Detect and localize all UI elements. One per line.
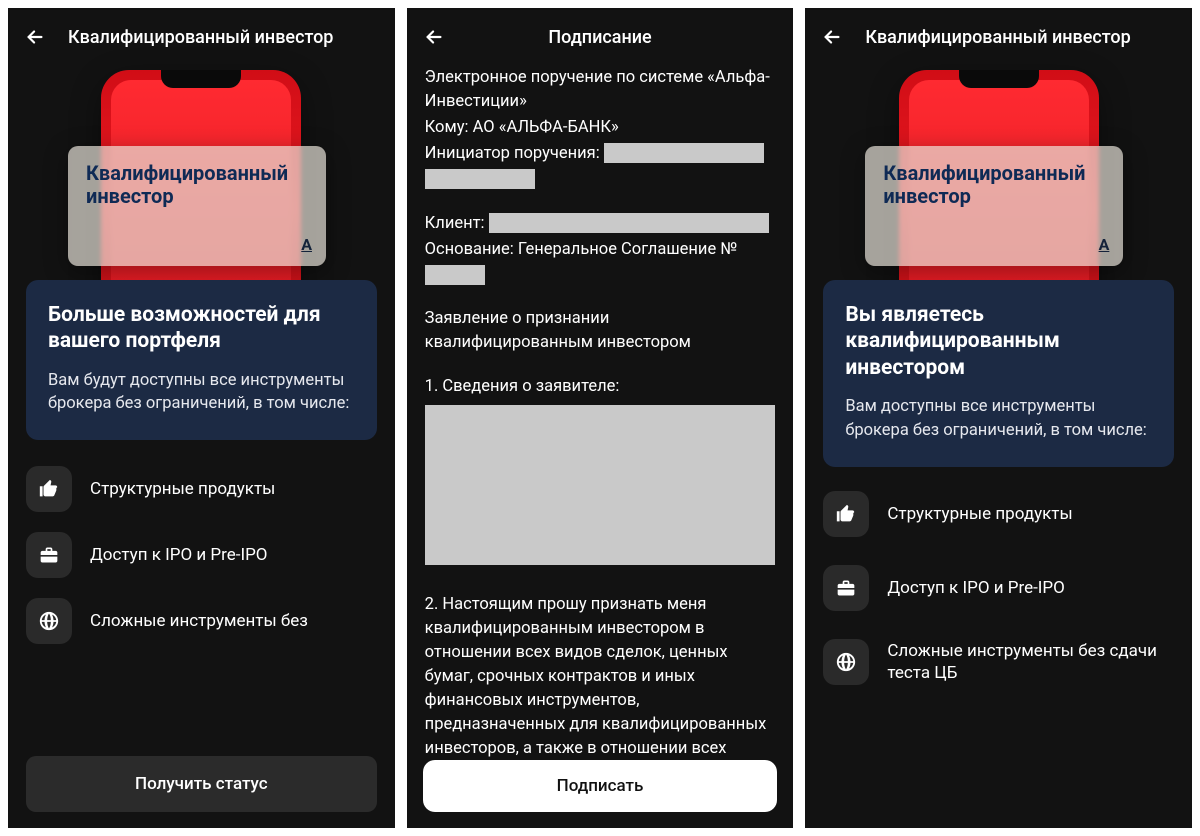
- doc-initiator-line: Инициатор поручения:: [425, 142, 776, 166]
- globe-icon: [26, 598, 72, 644]
- client-label: Клиент:: [425, 214, 485, 233]
- list-item: Доступ к IPO и Pre-IPO: [26, 532, 377, 578]
- redacted-value: [425, 265, 485, 285]
- feature-list: Структурные продукты Доступ к IPO и Pre-…: [8, 466, 395, 644]
- redacted-block: [425, 405, 776, 565]
- card-logo-icon: A: [301, 235, 312, 254]
- thumbs-up-icon: [823, 491, 869, 537]
- doc-to-line: Кому: АО «АЛЬФА-БАНК»: [425, 116, 776, 140]
- header-title: Подписание: [407, 27, 794, 48]
- thumbs-up-icon: [26, 466, 72, 512]
- back-button[interactable]: [423, 26, 445, 48]
- header: Квалифицированный инвестор: [8, 8, 395, 62]
- document-body: Электронное поручение по системе «Альфа-…: [407, 62, 794, 810]
- back-button[interactable]: [24, 26, 46, 48]
- feature-text: Доступ к IPO и Pre-IPO: [90, 544, 268, 566]
- header: Подписание: [407, 8, 794, 62]
- header-title: Квалифицированный инвестор: [865, 27, 1130, 48]
- card-logo-icon: A: [1099, 235, 1110, 254]
- card-title: Квалифицированный инвестор: [883, 162, 1105, 208]
- sign-button[interactable]: Подписать: [423, 760, 778, 812]
- list-item: Сложные инструменты без сдачи теста ЦБ: [823, 639, 1174, 685]
- feature-text: Структурные продукты: [90, 478, 275, 500]
- briefcase-icon: [823, 565, 869, 611]
- panel-title: Вы являетесь квалифицированным инвесторо…: [845, 302, 1152, 381]
- back-button[interactable]: [821, 26, 843, 48]
- promo-illustration: Квалифицированный инвестор A: [805, 70, 1192, 300]
- info-panel: Больше возможностей для вашего портфеля …: [26, 280, 377, 440]
- redacted-value: [604, 143, 764, 163]
- promo-illustration: Квалифицированный инвестор A: [8, 70, 395, 300]
- redacted-value: [489, 213, 769, 233]
- initiator-label: Инициатор поручения:: [425, 144, 600, 163]
- globe-icon: [823, 639, 869, 685]
- doc-system-line: Электронное поручение по системе «Альфа-…: [425, 66, 776, 114]
- get-status-button[interactable]: Получить статус: [26, 756, 377, 812]
- feature-list: Структурные продукты Доступ к IPO и Pre-…: [805, 491, 1192, 685]
- panel-title: Больше возможностей для вашего портфеля: [48, 302, 355, 355]
- header: Квалифицированный инвестор: [805, 8, 1192, 62]
- screen-promo: Квалифицированный инвестор Квалифицирова…: [8, 8, 395, 828]
- list-item: Доступ к IPO и Pre-IPO: [823, 565, 1174, 611]
- list-item: Сложные инструменты без: [26, 598, 377, 644]
- card-title: Квалифицированный инвестор: [86, 162, 308, 208]
- doc-section1-title: 1. Сведения о заявителе:: [425, 375, 776, 399]
- header-title: Квалифицированный инвестор: [68, 27, 333, 48]
- doc-client-line: Клиент:: [425, 212, 776, 236]
- panel-text: Вам будут доступны все инструменты броке…: [48, 369, 355, 417]
- investor-card: Квалифицированный инвестор A: [865, 146, 1123, 266]
- list-item: Структурные продукты: [26, 466, 377, 512]
- list-item: Структурные продукты: [823, 491, 1174, 537]
- redacted-value: [425, 169, 535, 189]
- panel-text: Вам доступны все инструменты брокера без…: [845, 395, 1152, 443]
- doc-basis-line: Основание: Генеральное Соглашение №: [425, 238, 776, 262]
- briefcase-icon: [26, 532, 72, 578]
- feature-text: Структурные продукты: [887, 503, 1072, 525]
- screen-signing: Подписание Электронное поручение по сист…: [407, 8, 794, 828]
- screen-confirmed: Квалифицированный инвестор Квалифицирова…: [805, 8, 1192, 828]
- feature-text: Сложные инструменты без сдачи теста ЦБ: [887, 640, 1174, 684]
- doc-statement: Заявление о признании квалифицированным …: [425, 307, 776, 355]
- feature-text: Сложные инструменты без: [90, 610, 308, 632]
- feature-text: Доступ к IPO и Pre-IPO: [887, 577, 1065, 599]
- investor-card: Квалифицированный инвестор A: [68, 146, 326, 266]
- info-panel: Вы являетесь квалифицированным инвесторо…: [823, 280, 1174, 467]
